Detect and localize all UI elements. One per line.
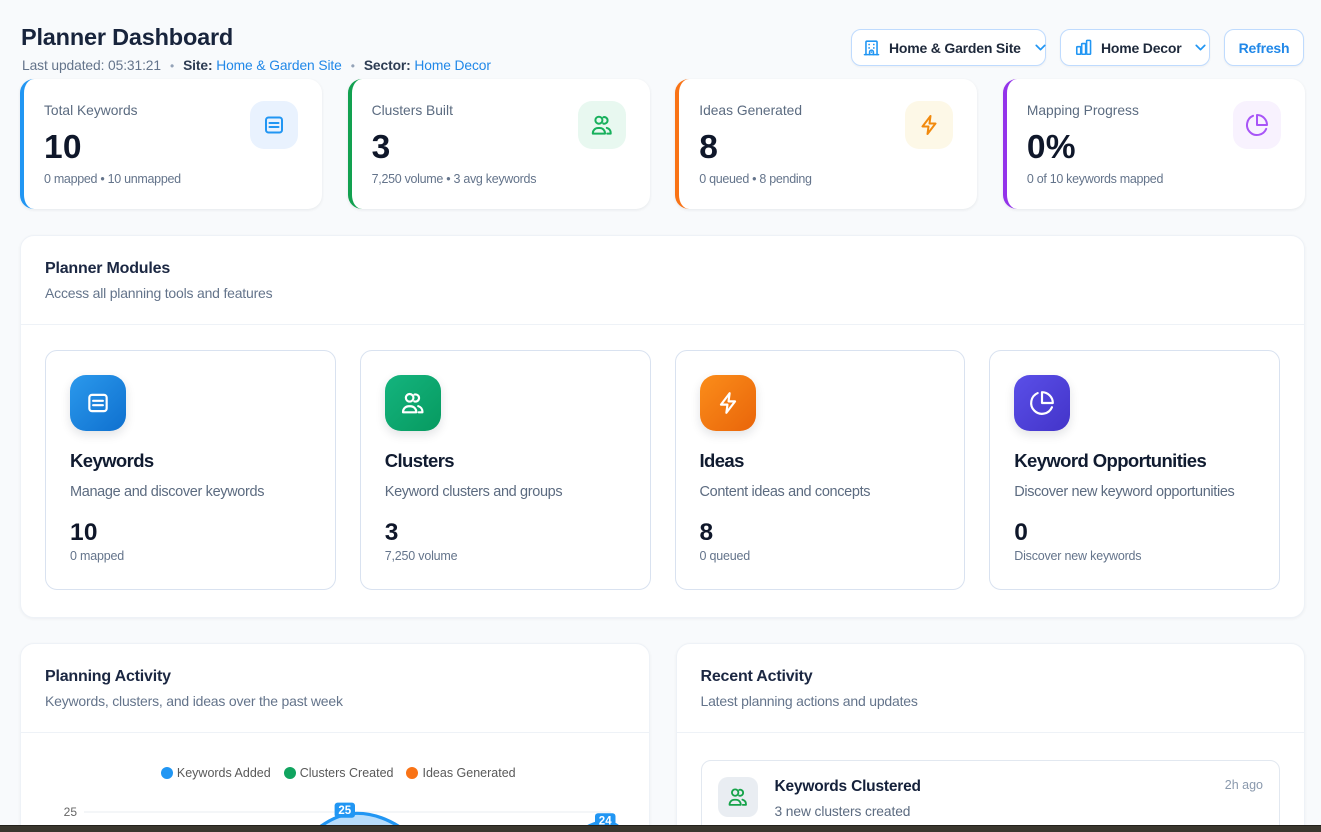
svg-text:25: 25: [64, 805, 78, 819]
svg-text:25: 25: [338, 805, 351, 817]
